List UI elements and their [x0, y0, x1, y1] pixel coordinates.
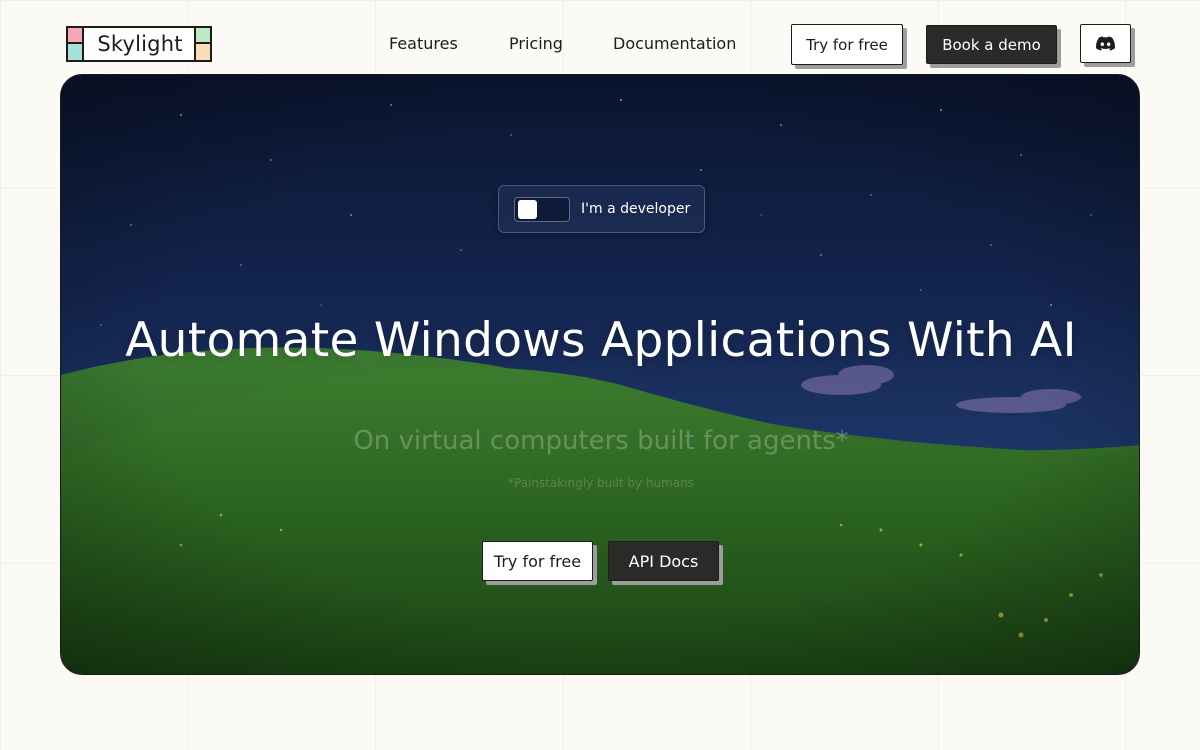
logo-text: Skylight	[97, 32, 183, 56]
hero-footnote: *Painstakingly built by humans	[507, 476, 695, 490]
header-try-for-free-button[interactable]: Try for free	[791, 24, 903, 65]
skylight-logo[interactable]: Skylight	[66, 26, 212, 62]
logo-square-peach	[194, 44, 210, 60]
developer-toggle-container: I'm a developer	[498, 185, 705, 233]
hero-title: Automate Windows Applications With AI	[125, 313, 1077, 368]
hero-landscape-image	[61, 75, 1139, 674]
logo-square-teal	[68, 44, 84, 60]
page: Skylight Features Pricing Documentation …	[0, 0, 1200, 750]
api-docs-button[interactable]: API Docs	[608, 541, 719, 581]
toggle-knob	[518, 200, 537, 219]
discord-button[interactable]	[1080, 24, 1131, 63]
nav-pricing[interactable]: Pricing	[509, 34, 563, 53]
nav-documentation[interactable]: Documentation	[613, 34, 736, 53]
hero-subtitle: On virtual computers built for agents*	[353, 426, 849, 456]
developer-toggle-switch[interactable]	[514, 197, 570, 222]
developer-toggle-label: I'm a developer	[581, 201, 691, 217]
nav-features[interactable]: Features	[389, 34, 458, 53]
logo-square-green	[194, 28, 210, 44]
hero-try-for-free-button[interactable]: Try for free	[482, 541, 593, 581]
discord-icon	[1096, 36, 1115, 51]
logo-square-pink	[68, 28, 84, 44]
book-a-demo-button[interactable]: Book a demo	[926, 25, 1057, 64]
hero-banner: I'm a developer Automate Windows Applica…	[60, 74, 1140, 675]
